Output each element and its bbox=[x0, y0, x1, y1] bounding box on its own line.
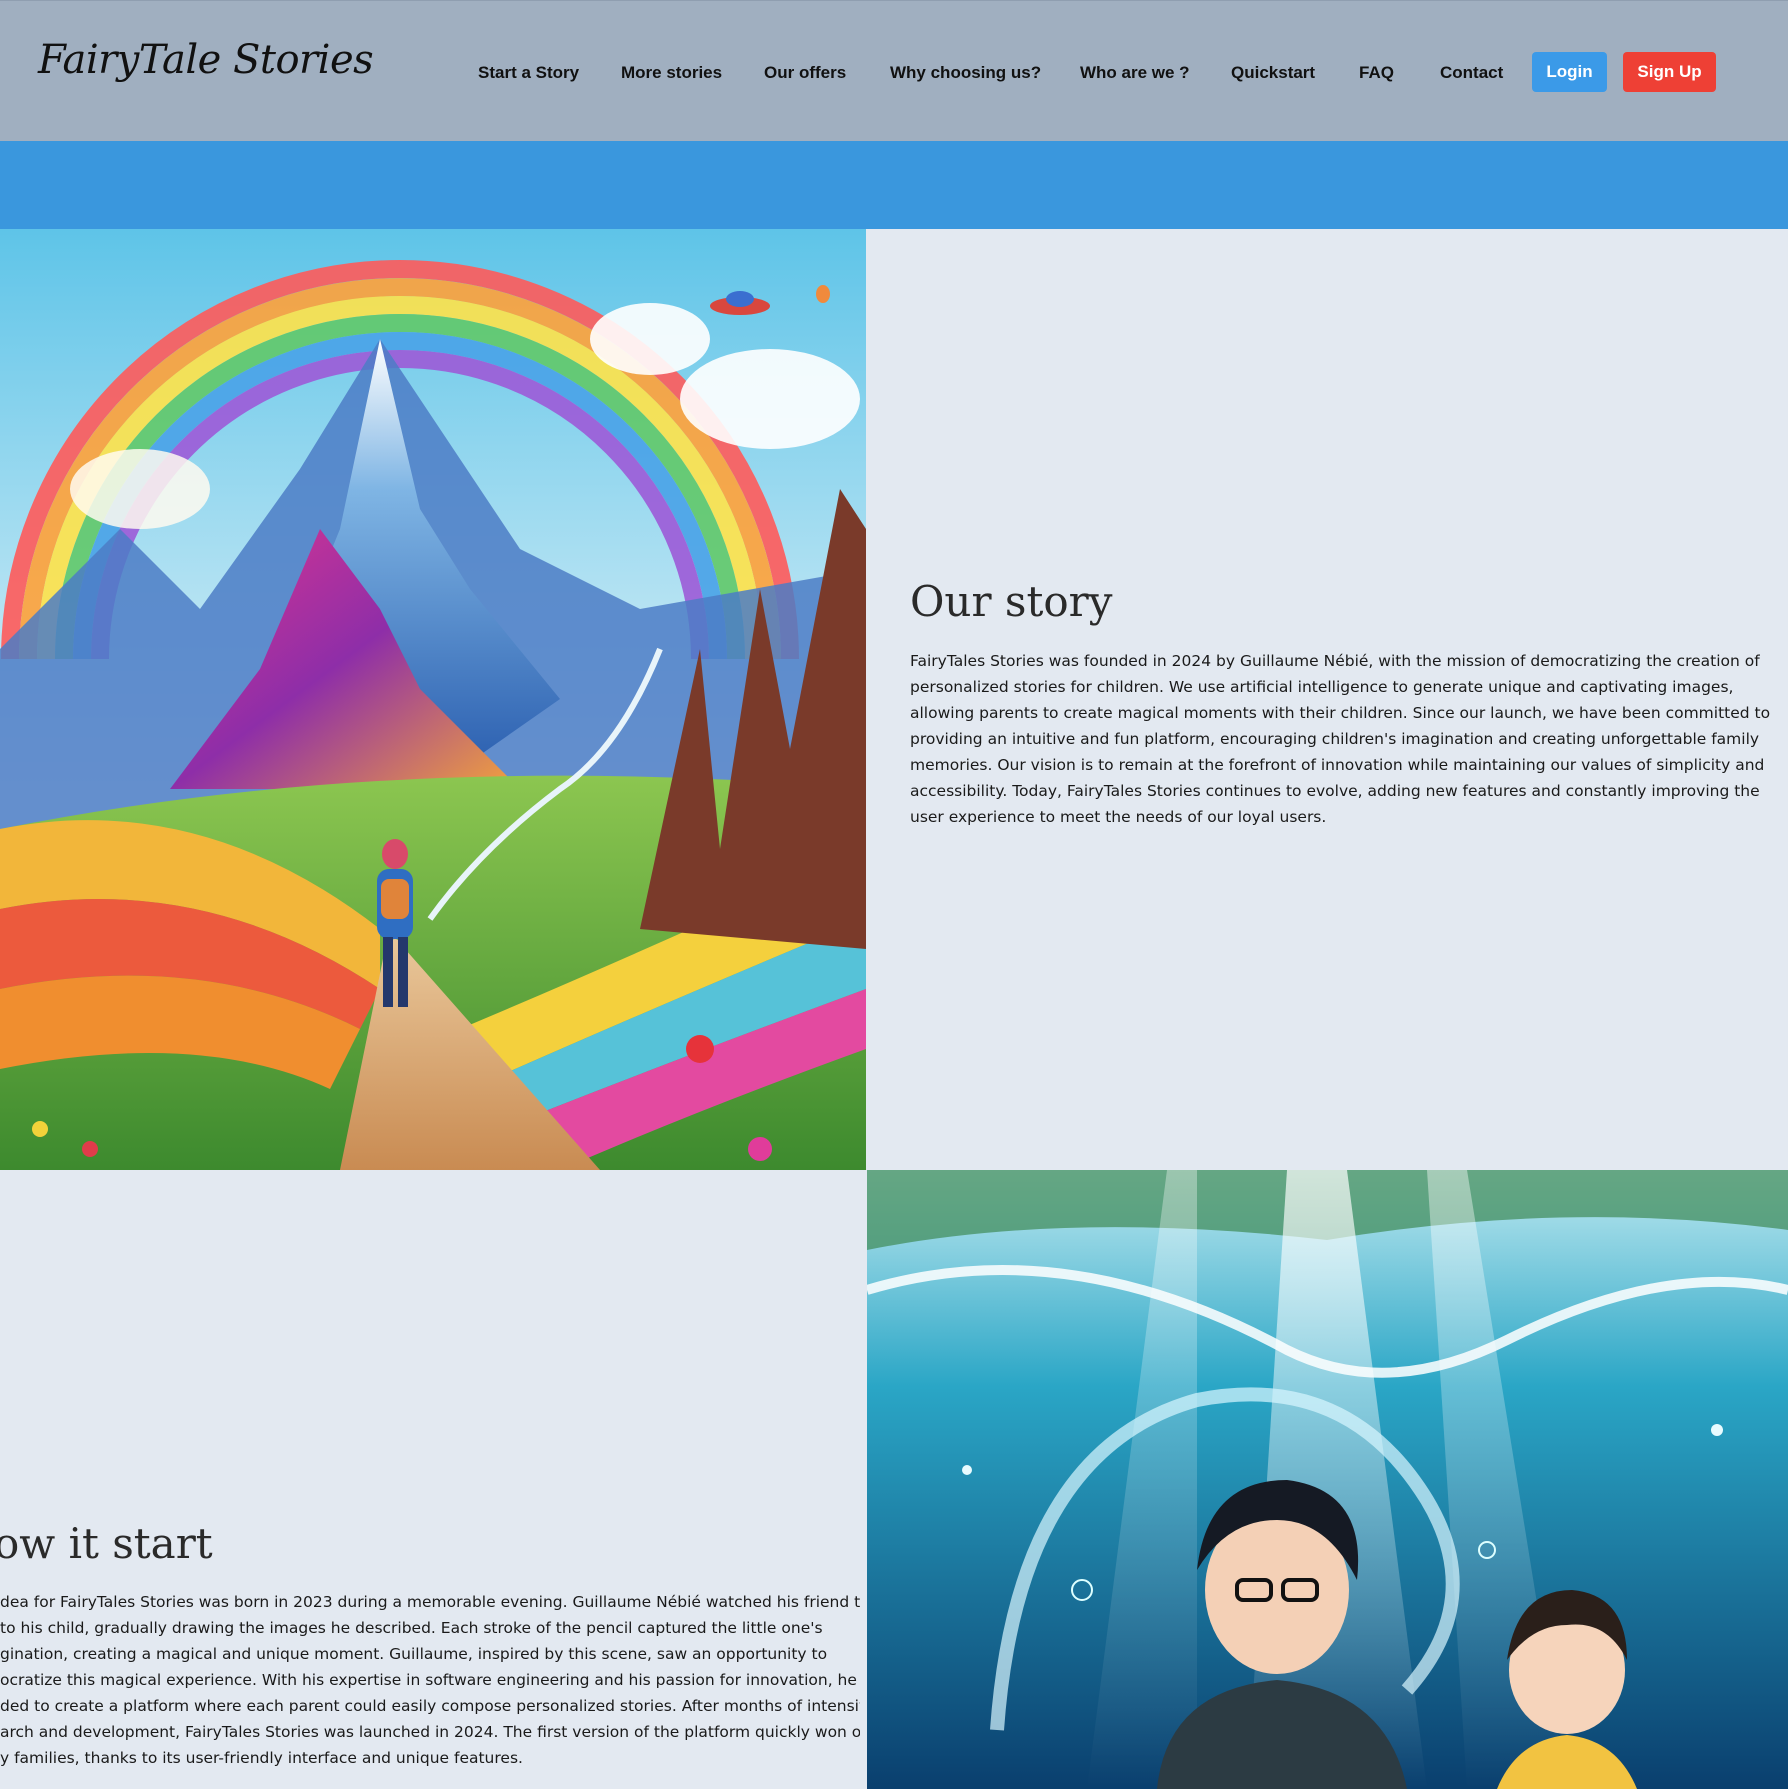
nav-who-are-we[interactable]: Who are we ? bbox=[1080, 63, 1190, 83]
nav-more-stories[interactable]: More stories bbox=[621, 63, 722, 83]
nav-our-offers[interactable]: Our offers bbox=[764, 63, 846, 83]
rainbow-mountain-image bbox=[0, 229, 866, 1170]
our-story-text: FairyTales Stories was founded in 2024 b… bbox=[910, 652, 1771, 826]
nav-faq[interactable]: FAQ bbox=[1359, 63, 1394, 83]
nav-quickstart[interactable]: Quickstart bbox=[1231, 63, 1315, 83]
site-logo[interactable]: FairyTale Stories bbox=[38, 37, 374, 83]
how-it-start-line: y families, thanks to its user-friendly … bbox=[0, 1749, 523, 1767]
how-it-start-line: arch and development, FairyTales Stories… bbox=[0, 1723, 860, 1741]
how-it-start-line: ocratize this magical experience. With h… bbox=[0, 1671, 857, 1689]
how-it-start-line: gination, creating a magical and unique … bbox=[0, 1645, 828, 1663]
hero-band bbox=[0, 141, 1788, 229]
nav-start-a-story[interactable]: Start a Story bbox=[478, 63, 579, 83]
how-it-start-line: to his child, gradually drawing the imag… bbox=[0, 1619, 823, 1637]
nav-contact[interactable]: Contact bbox=[1440, 63, 1503, 83]
login-button[interactable]: Login bbox=[1532, 52, 1607, 92]
site-header: FairyTale Stories Start a Story More sto… bbox=[0, 0, 1788, 141]
how-it-start-text: dea for FairyTales Stories was born in 2… bbox=[0, 1589, 860, 1771]
signup-button[interactable]: Sign Up bbox=[1623, 52, 1716, 92]
nav-why-choosing-us[interactable]: Why choosing us? bbox=[890, 63, 1041, 83]
how-it-start-line: ded to create a platform where each pare… bbox=[0, 1697, 860, 1715]
our-story-title: Our story bbox=[910, 577, 1113, 626]
underwater-reading-image bbox=[867, 1170, 1788, 1789]
how-it-start-line: dea for FairyTales Stories was born in 2… bbox=[0, 1593, 860, 1611]
how-it-start-title: ow it start bbox=[0, 1519, 213, 1568]
